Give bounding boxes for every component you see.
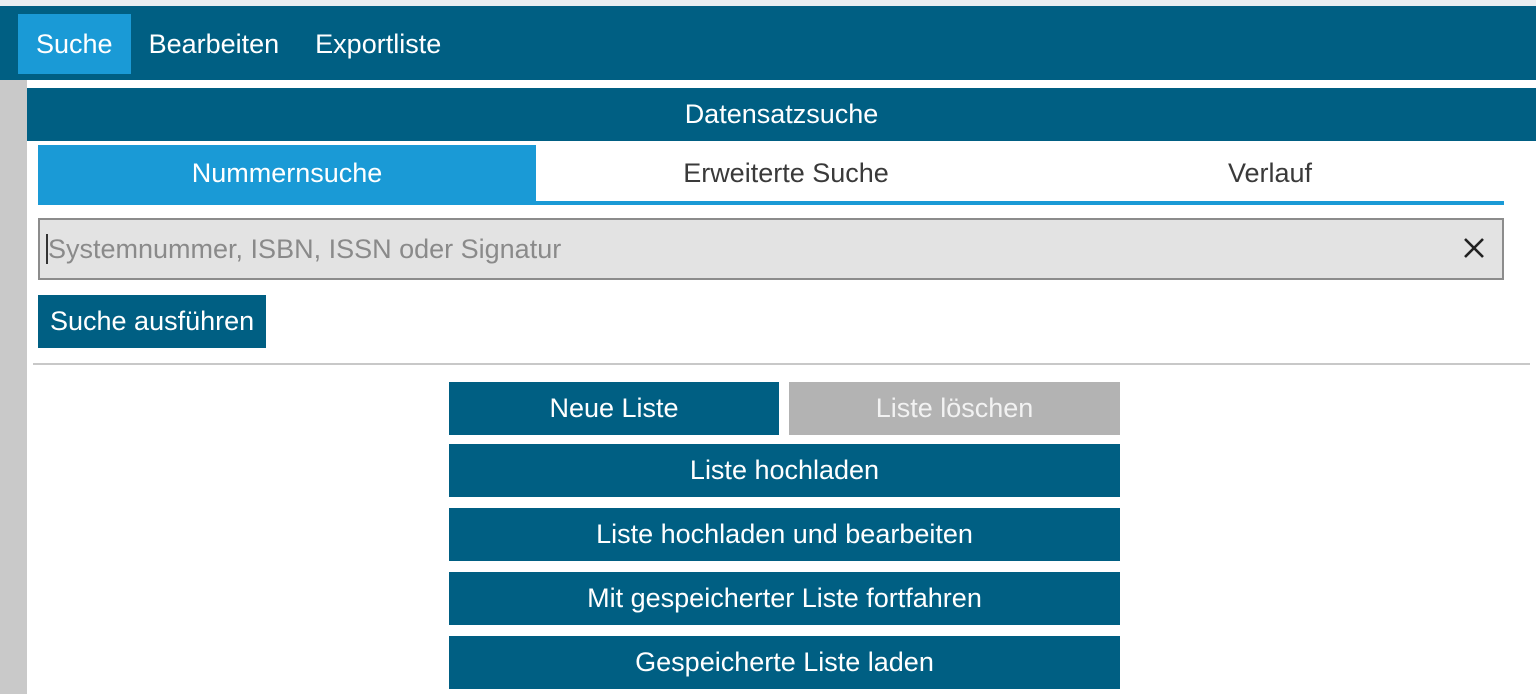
menu-item-bearbeiten[interactable]: Bearbeiten — [131, 14, 298, 74]
close-icon[interactable] — [1456, 230, 1492, 266]
new-list-button[interactable]: Neue Liste — [449, 382, 779, 435]
top-menu-bar: Suche Bearbeiten Exportliste — [0, 0, 1536, 80]
search-field-container — [38, 218, 1504, 280]
search-tabs: Nummernsuche Erweiterte Suche Verlauf — [38, 145, 1504, 205]
upload-list-button[interactable]: Liste hochladen — [449, 444, 1120, 497]
continue-saved-list-button[interactable]: Mit gespeicherter Liste fortfahren — [449, 572, 1120, 625]
upload-and-edit-list-button[interactable]: Liste hochladen und bearbeiten — [449, 508, 1120, 561]
text-caret — [46, 234, 48, 264]
main-menu: Suche Bearbeiten Exportliste — [18, 14, 459, 74]
tab-erweiterte-suche[interactable]: Erweiterte Suche — [536, 145, 1036, 201]
menu-item-suche[interactable]: Suche — [18, 14, 131, 74]
panel-title: Datensatzsuche — [27, 88, 1536, 141]
delete-list-button[interactable]: Liste löschen — [789, 382, 1120, 435]
menu-item-exportliste[interactable]: Exportliste — [297, 14, 459, 74]
left-margin-strip — [0, 80, 27, 694]
tab-verlauf[interactable]: Verlauf — [1036, 145, 1504, 201]
execute-search-button[interactable]: Suche ausführen — [38, 295, 267, 348]
search-input[interactable] — [40, 220, 1450, 278]
section-divider — [33, 363, 1530, 365]
search-panel: Datensatzsuche Nummernsuche Erweiterte S… — [27, 80, 1536, 694]
load-saved-list-button[interactable]: Gespeicherte Liste laden — [449, 636, 1120, 689]
tab-nummernsuche[interactable]: Nummernsuche — [38, 145, 536, 201]
